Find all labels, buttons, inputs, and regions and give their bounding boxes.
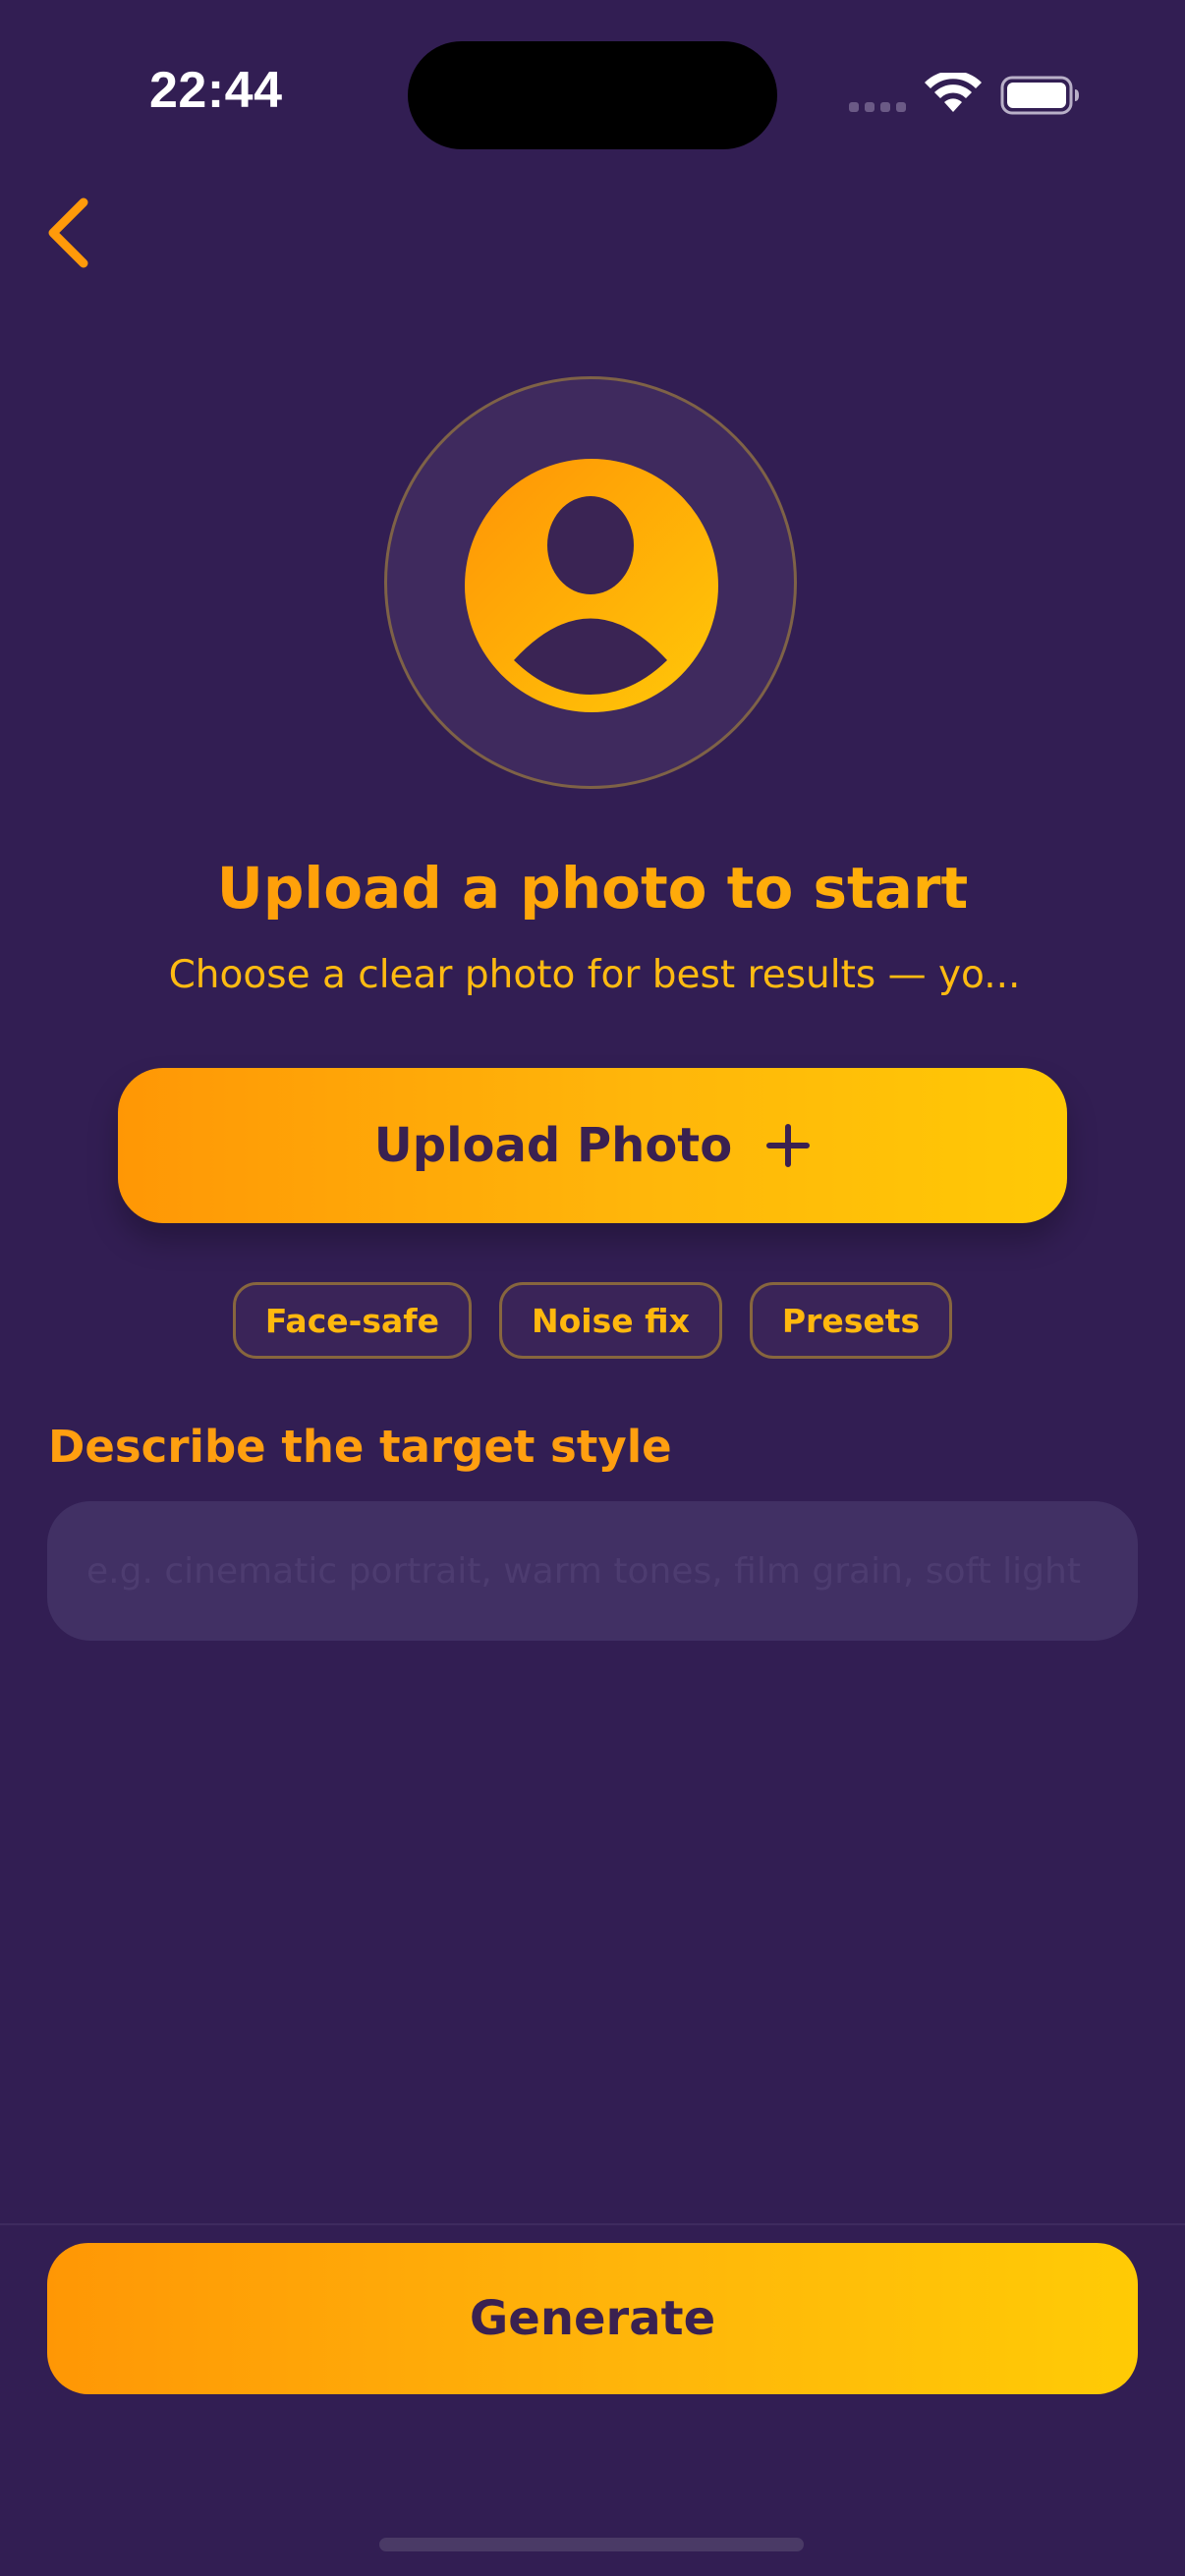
- chip-face-safe[interactable]: Face-safe: [232, 1282, 472, 1359]
- status-time: 22:44: [149, 62, 283, 119]
- chevron-left-icon: [48, 197, 88, 268]
- generate-label: Generate: [469, 2291, 716, 2346]
- battery-icon: [1000, 76, 1079, 115]
- plus-icon: [766, 1124, 811, 1167]
- dynamic-island: [408, 41, 777, 149]
- feature-chips: Face-safe Noise fix Presets: [0, 1282, 1185, 1359]
- page-subtitle: Choose a clear photo for best results — …: [168, 953, 1021, 997]
- generate-button[interactable]: Generate: [47, 2243, 1138, 2394]
- chip-noise-fix[interactable]: Noise fix: [499, 1282, 722, 1359]
- style-description-input[interactable]: [47, 1501, 1138, 1641]
- cellular-signal-icon: [849, 102, 906, 112]
- page-title: Upload a photo to start: [0, 855, 1185, 922]
- home-indicator[interactable]: [379, 2538, 804, 2551]
- upload-photo-button[interactable]: Upload Photo: [118, 1068, 1067, 1223]
- screen: 22:44 Upload a photo to start Choose a c…: [0, 0, 1185, 2576]
- upload-photo-label: Upload Photo: [373, 1118, 733, 1173]
- user-avatar-icon: [465, 459, 718, 712]
- back-button[interactable]: [37, 189, 106, 277]
- chip-presets[interactable]: Presets: [749, 1282, 953, 1359]
- bottom-divider: [0, 2223, 1185, 2225]
- wifi-icon: [925, 73, 982, 112]
- describe-style-label: Describe the target style: [48, 1421, 672, 1473]
